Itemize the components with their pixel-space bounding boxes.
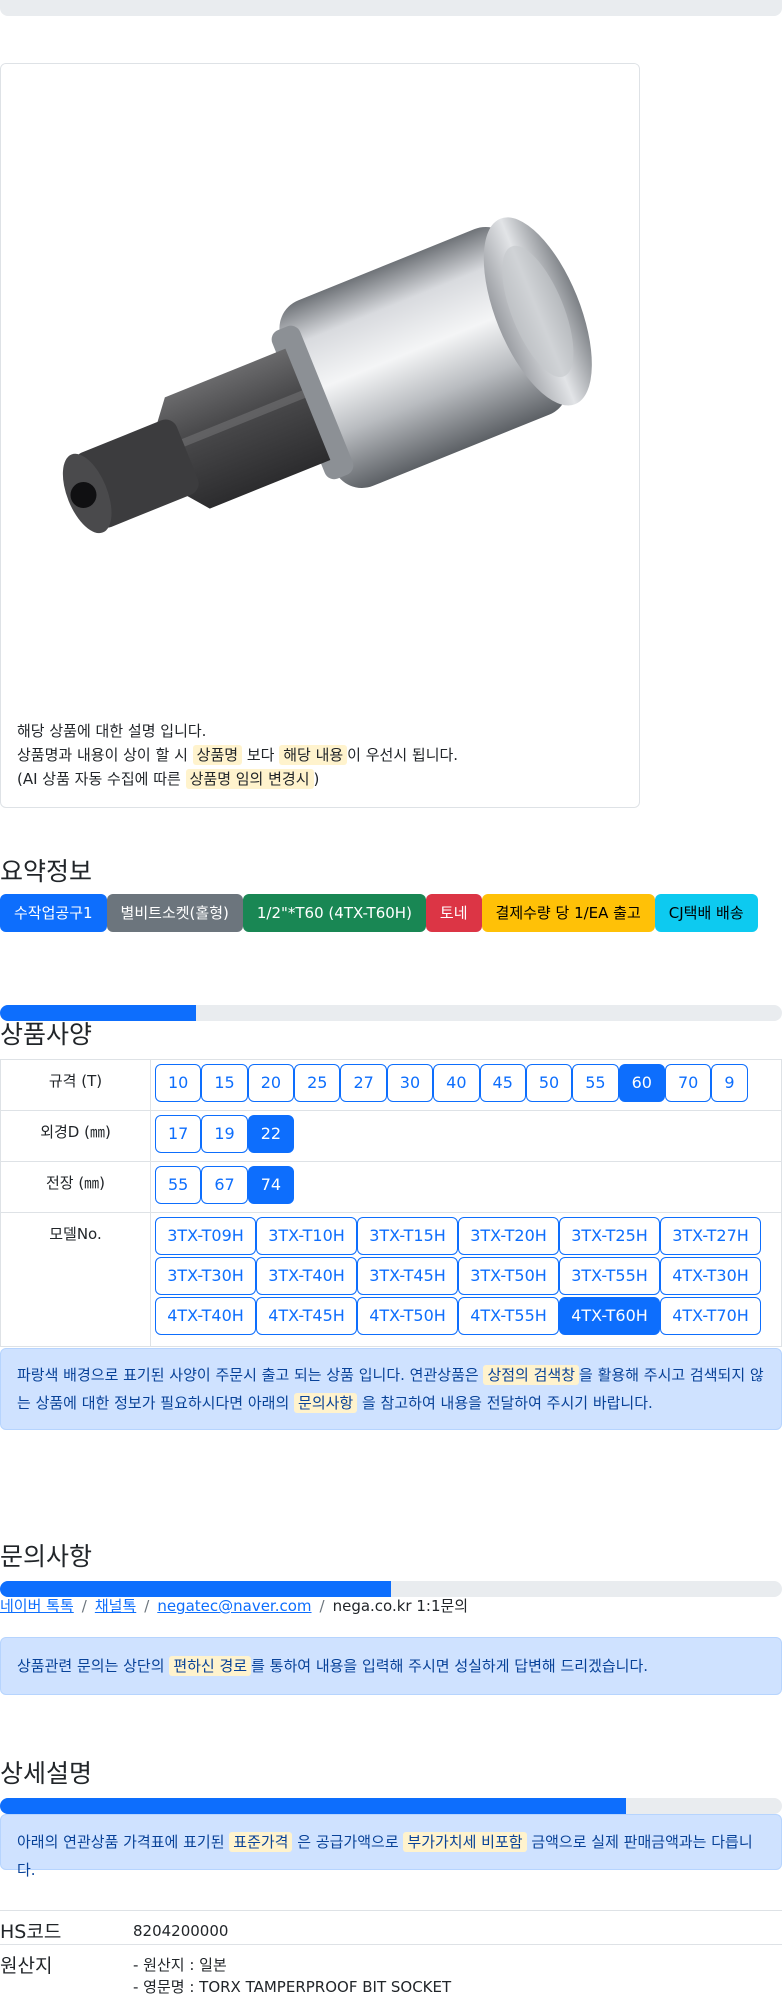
model-option[interactable]: 3TX-T25H — [559, 1217, 660, 1255]
badge-brand: 토네 — [425, 894, 482, 932]
product-card: 해당 상품에 대한 설명 입니다. 상품명과 내용이 상이 할 시 상품명 보다… — [0, 63, 640, 808]
email-link[interactable]: negatec@naver.com — [157, 1597, 311, 1615]
spec-option[interactable]: 40 — [433, 1064, 480, 1102]
spec-option[interactable]: 30 — [386, 1064, 434, 1102]
description-line-2: 상품명과 내용이 상이 할 시 상품명 보다 해당 내용 이 우선시 됩니다. — [17, 745, 459, 765]
product-image — [1, 64, 639, 704]
spec-row: 외경D (㎜) 17 19 22 — [0, 1110, 782, 1162]
detail-title: 상세설명 — [0, 1759, 93, 1788]
badge-quantity: 결제수량 당 1/EA 출고 — [481, 894, 655, 932]
info-row-origin: 원산지 - 원산지 : 일본 - 영문명 : TORX TAMPERPROOF … — [0, 1944, 782, 1994]
model-option[interactable]: 3TX-T55H — [559, 1257, 660, 1295]
spec-option[interactable]: 45 — [479, 1064, 526, 1102]
spec-option[interactable]: 67 — [201, 1166, 248, 1204]
highlight-route: 편하신 경로 — [169, 1656, 252, 1676]
spec-option[interactable]: 70 — [664, 1064, 712, 1102]
badge-category: 수작업공구1 — [0, 894, 107, 932]
spec-option[interactable]: 27 — [340, 1064, 387, 1102]
spec-title: 상품사양 — [0, 1020, 93, 1049]
spec-values: 55 67 74 — [150, 1161, 782, 1213]
model-option[interactable]: 4TX-T30H — [660, 1257, 761, 1295]
spec-values: 10 15 20 25 27 30 40 45 50 55 60 70 9 — [150, 1059, 782, 1111]
highlight-search: 상점의 검색창 — [483, 1365, 580, 1385]
spec-values: 3TX-T09H 3TX-T10H 3TX-T15H 3TX-T20H 3TX-T25H… — [150, 1212, 782, 1347]
spec-option[interactable]: 60 — [618, 1064, 665, 1102]
info-key: 원산지 — [0, 1955, 53, 1977]
info-value: 8204200000 — [133, 1922, 229, 1940]
model-option[interactable]: 4TX-T40H — [155, 1297, 256, 1335]
badge-model: 1/2"*T60 (4TX-T60H) — [242, 894, 426, 932]
spec-option[interactable]: 19 — [201, 1115, 248, 1153]
naver-talk-link[interactable]: 네이버 톡톡 — [0, 1597, 74, 1615]
model-option[interactable]: 3TX-T09H — [155, 1217, 256, 1255]
spec-label: 규격 (T) — [0, 1059, 151, 1111]
spec-option[interactable]: 22 — [247, 1115, 295, 1153]
spec-option[interactable]: 55 — [155, 1166, 202, 1204]
spec-option[interactable]: 74 — [247, 1166, 295, 1204]
highlight-inquiry: 문의사항 — [294, 1393, 358, 1413]
summary-badges: 수작업공구1 별비트소켓(홀형) 1/2"*T60 (4TX-T60H) 토네 … — [0, 894, 758, 932]
info-value: - 원산지 : 일본 - 영문명 : TORX TAMPERPROOF BIT … — [133, 1956, 452, 1994]
site-inquiry-text: nega.co.kr 1:1문의 — [332, 1597, 469, 1615]
spec-option[interactable]: 15 — [201, 1064, 248, 1102]
spec-row: 모델No. 3TX-T09H 3TX-T10H 3TX-T15H 3TX-T20H 3T… — [0, 1212, 782, 1347]
inquiry-title: 문의사항 — [0, 1542, 93, 1571]
torx-bit-socket-image — [62, 217, 592, 534]
model-option[interactable]: 4TX-T60H — [559, 1297, 660, 1335]
product-description: 해당 상품에 대한 설명 입니다. 상품명과 내용이 상이 할 시 상품명 보다… — [17, 719, 458, 791]
detail-progress-fill — [0, 1798, 626, 1814]
model-option[interactable]: 4TX-T45H — [256, 1297, 357, 1335]
channel-talk-link[interactable]: 채널톡 — [95, 1597, 136, 1615]
contact-links: 네이버 톡톡 / 채널톡 / negatec@naver.com / nega.co.kr … — [0, 1597, 469, 1615]
spec-option[interactable]: 17 — [155, 1115, 202, 1153]
summary-title: 요약정보 — [0, 857, 93, 886]
highlight-vat: 부가가치세 비포함 — [403, 1832, 527, 1852]
info-row-hscode: HS코드 8204200000 — [0, 1910, 782, 1944]
badge-shipping: CJ택배 배송 — [654, 894, 758, 932]
info-key: HS코드 — [0, 1921, 62, 1943]
model-option[interactable]: 3TX-T50H — [458, 1257, 559, 1295]
spec-row: 규격 (T) 10 15 20 25 27 30 40 45 50 55 60 70 9 — [0, 1059, 782, 1111]
model-option[interactable]: 3TX-T15H — [357, 1217, 458, 1255]
model-option[interactable]: 4TX-T70H — [660, 1297, 761, 1335]
detail-progress — [0, 1798, 782, 1814]
model-option[interactable]: 3TX-T27H — [660, 1217, 761, 1255]
spec-label: 전장 (㎜) — [0, 1161, 151, 1213]
spec-option[interactable]: 50 — [525, 1064, 573, 1102]
model-option[interactable]: 4TX-T55H — [458, 1297, 559, 1335]
model-option[interactable]: 3TX-T40H — [256, 1257, 357, 1295]
description-line-3: (AI 상품 자동 수집에 따른 상품명 임의 변경시) — [17, 769, 320, 789]
model-option[interactable]: 3TX-T30H — [155, 1257, 256, 1295]
detail-notice: 아래의 연관상품 가격표에 표기된 표준가격 은 공급가액으로 부가가치세 비포… — [0, 1814, 782, 1879]
top-progress-bar — [0, 0, 782, 16]
spec-row: 전장 (㎜) 55 67 74 — [0, 1161, 782, 1213]
model-option[interactable]: 3TX-T10H — [256, 1217, 357, 1255]
spec-option[interactable]: 9 — [711, 1064, 748, 1102]
description-line-1: 해당 상품에 대한 설명 입니다. — [17, 722, 207, 740]
spec-option[interactable]: 20 — [247, 1064, 295, 1102]
highlight-content: 해당 내용 — [279, 745, 348, 765]
badge-type: 별비트소켓(홀형) — [106, 894, 243, 932]
spec-values: 17 19 22 — [150, 1110, 782, 1162]
spec-progress — [0, 1005, 782, 1021]
highlight-name-change: 상품명 임의 변경시 — [185, 769, 314, 789]
spec-notice: 파랑색 배경으로 표기된 사양이 주문시 출고 되는 상품 입니다. 연관상품은… — [0, 1348, 782, 1430]
spec-option[interactable]: 10 — [155, 1064, 202, 1102]
spec-label: 모델No. — [0, 1212, 151, 1347]
spec-label: 외경D (㎜) — [0, 1110, 151, 1162]
model-option[interactable]: 4TX-T50H — [357, 1297, 458, 1335]
inquiry-notice: 상품관련 문의는 상단의 편하신 경로 를 통하여 내용을 입력해 주시면 성실하… — [0, 1637, 782, 1695]
highlight-product-name: 상품명 — [192, 745, 243, 765]
model-option[interactable]: 3TX-T45H — [357, 1257, 458, 1295]
highlight-standard-price: 표준가격 — [229, 1832, 293, 1852]
spec-option[interactable]: 25 — [294, 1064, 341, 1102]
model-option[interactable]: 3TX-T20H — [458, 1217, 559, 1255]
spec-option[interactable]: 55 — [572, 1064, 619, 1102]
spec-table: 규격 (T) 10 15 20 25 27 30 40 45 50 55 60 70 9 외경D (㎜)… — [0, 1059, 782, 1347]
